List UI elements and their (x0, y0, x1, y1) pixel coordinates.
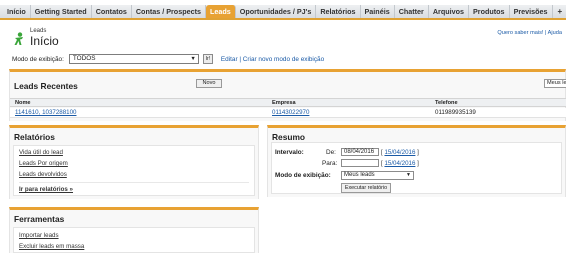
summary-title: Resumo (272, 132, 306, 142)
from-date-link[interactable]: 15/04/2016 (384, 149, 415, 156)
recent-leads-panel: Leads Recentes Novo Meus leads Nome Empr… (9, 69, 566, 121)
mode-select-value: Meus leads (344, 172, 375, 178)
recent-filter-select[interactable]: Meus leads (544, 79, 566, 88)
mode-label: Modo de exibição: (275, 172, 331, 179)
to-date-shortcut[interactable]: [ 15/04/2016 ] (381, 160, 419, 167)
go-button[interactable]: Ir! (202, 54, 213, 64)
from-date-input[interactable]: 08/04/2016 (341, 148, 379, 156)
tab-chatter[interactable]: Chatter (395, 5, 429, 18)
tab-produtos[interactable]: Produtos (469, 5, 510, 18)
tab-paineis[interactable]: Painéis (361, 5, 395, 18)
chevron-down-icon: ▼ (406, 172, 411, 178)
help-link[interactable]: Quero saber mais! | Ajuda (497, 30, 562, 36)
new-lead-button[interactable]: Novo (196, 79, 222, 88)
from-date-shortcut[interactable]: [ 15/04/2016 ] (381, 149, 419, 156)
interval-label: Intervalo: (275, 149, 304, 156)
tools-title: Ferramentas (14, 214, 65, 224)
lead-name-link[interactable]: 1141610, 1037288100 (15, 108, 76, 118)
create-view-link[interactable]: Criar novo modo de exibição (243, 56, 324, 63)
table-row: 1141610, 1037288100 01143022970 01198993… (10, 108, 566, 118)
to-label: Para: (322, 160, 338, 167)
column-header-name: Nome (15, 100, 31, 106)
tab-getting-started[interactable]: Getting Started (31, 5, 92, 18)
tab-add-plus[interactable]: + (553, 5, 566, 18)
tab-oportunidades[interactable]: Oportunidades / PJ's (236, 5, 317, 18)
from-label: De: (326, 149, 336, 156)
table-header: Nome Empresa Telefone (10, 98, 566, 107)
mode-select[interactable]: Meus leads ▼ (341, 171, 414, 180)
go-to-reports-label: Ir para relatórios » (19, 186, 73, 193)
lead-company-link[interactable]: 01143022970 (272, 108, 309, 118)
main-tab-bar: Início Getting Started Contatos Contas /… (0, 5, 566, 20)
to-date-link[interactable]: 15/04/2016 (384, 160, 415, 167)
view-selector-row: Modo de exibição: TODOS ▼ Ir! Editar | C… (12, 53, 324, 65)
tab-previsoes[interactable]: Previsões (510, 5, 553, 18)
view-label: Modo de exibição: (12, 55, 64, 63)
reports-panel: Relatórios Vida útil do lead Leads Por o… (9, 125, 259, 199)
tab-leads[interactable]: Leads (205, 5, 236, 18)
view-select[interactable]: TODOS ▼ (68, 54, 199, 64)
tab-arquivos[interactable]: Arquivos (429, 5, 470, 18)
tab-contatos[interactable]: Contatos (92, 5, 132, 18)
tools-list: Importar leads Excluir leads em massa (13, 227, 255, 253)
column-header-phone: Telefone (435, 100, 458, 106)
column-header-company: Empresa (272, 100, 296, 106)
go-to-reports-link[interactable]: Ir para relatórios » (19, 186, 73, 193)
view-select-value: TODOS (72, 55, 96, 62)
tab-contas-prospects[interactable]: Contas / Prospects (132, 5, 206, 18)
lead-person-icon (14, 32, 23, 45)
lead-phone: 011989935139 (435, 109, 476, 116)
summary-panel: Resumo Intervalo: De: 08/04/2016 [ 15/04… (267, 125, 566, 197)
reports-title: Relatórios (14, 132, 55, 142)
tab-relatorios[interactable]: Relatórios (316, 5, 361, 18)
summary-form: Intervalo: De: 08/04/2016 [ 15/04/2016 ]… (271, 142, 562, 194)
chevron-down-icon: ▼ (190, 56, 196, 62)
to-date-input[interactable] (341, 159, 379, 167)
report-link-by-source[interactable]: Leads Por origem (19, 160, 68, 167)
recent-leads-title: Leads Recentes (14, 81, 78, 91)
divider (19, 182, 249, 183)
tools-panel: Ferramentas Importar leads Excluir leads… (9, 207, 259, 253)
mass-delete-leads-link[interactable]: Excluir leads em massa (19, 243, 84, 250)
tab-inicio[interactable]: Início (3, 5, 31, 18)
reports-list: Vida útil do lead Leads Por origem Leads… (13, 145, 255, 196)
import-leads-link[interactable]: Importar leads (19, 232, 59, 239)
report-link-returned[interactable]: Leads devolvidos (19, 171, 67, 178)
report-link-lifetime[interactable]: Vida útil do lead (19, 149, 63, 156)
edit-view-link[interactable]: Editar (221, 56, 238, 63)
page-title: Início (30, 34, 59, 48)
run-report-button[interactable]: Executar relatório (341, 183, 391, 193)
